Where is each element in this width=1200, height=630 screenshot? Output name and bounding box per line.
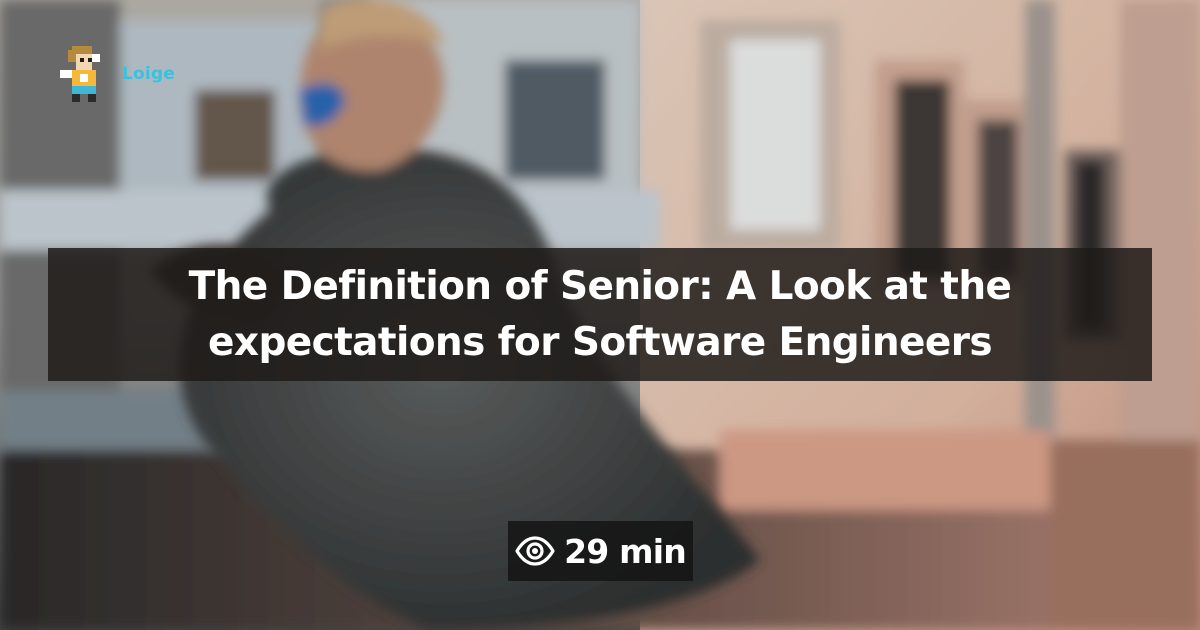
social-card: Loige The Definition of Senior: A Look a… — [0, 0, 1200, 630]
article-title: The Definition of Senior: A Look at the … — [188, 263, 1012, 365]
eye-icon — [515, 536, 555, 566]
site-logo[interactable]: Loige — [56, 46, 175, 102]
reading-time-badge: 29 min — [508, 521, 693, 581]
reading-time-label: 29 min — [564, 531, 687, 571]
site-name: Loige — [122, 64, 176, 84]
title-band: The Definition of Senior: A Look at the … — [48, 248, 1152, 381]
pixel-avatar-icon — [60, 46, 100, 102]
